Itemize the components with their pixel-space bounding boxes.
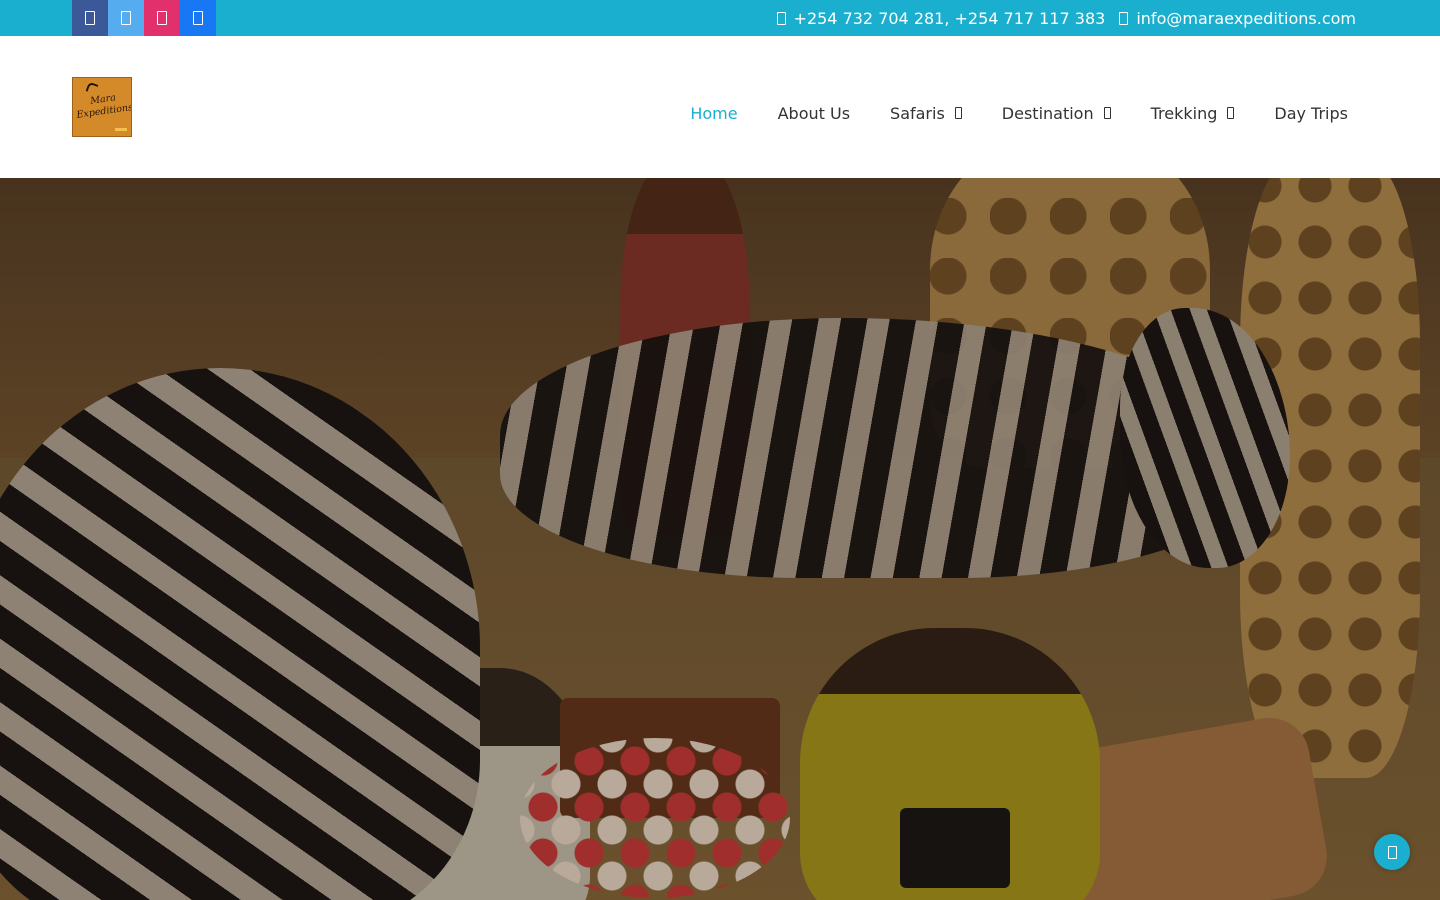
instagram-icon — [157, 11, 167, 25]
main-nav: Home About Us Safaris Destination Trekki… — [690, 36, 1348, 190]
nav-about-us-label: About Us — [777, 103, 851, 123]
contact-info: +254 732 704 281, +254 717 117 383 info@… — [776, 0, 1356, 36]
envelope-icon — [1119, 11, 1129, 25]
nav-safaris-label: Safaris — [890, 103, 945, 123]
facebook-icon — [85, 11, 95, 25]
phone-text: +254 732 704 281, +254 717 117 383 — [793, 8, 1106, 28]
chevron-down-icon — [954, 107, 962, 119]
linkedin-link[interactable] — [180, 0, 216, 36]
nav-home-label: Home — [690, 103, 738, 123]
logo-text: Mara Expeditions — [75, 92, 132, 121]
nav-trekking[interactable]: Trekking — [1151, 104, 1235, 123]
email-contact[interactable]: info@maraexpeditions.com — [1119, 9, 1356, 28]
arrow-up-icon — [1387, 845, 1397, 859]
nav-trekking-label: Trekking — [1150, 103, 1218, 123]
logo-stripe — [115, 128, 127, 131]
site-header: Mara Expeditions Home About Us Safaris D… — [0, 36, 1440, 178]
phone-contact[interactable]: +254 732 704 281, +254 717 117 383 — [776, 8, 1106, 28]
scroll-to-top-button[interactable] — [1374, 834, 1410, 870]
logo-bird-mark — [85, 81, 99, 95]
nav-about-us[interactable]: About Us — [778, 104, 850, 123]
chevron-down-icon — [1103, 107, 1111, 119]
nav-home[interactable]: Home — [690, 104, 737, 123]
email-text: info@maraexpeditions.com — [1136, 8, 1356, 28]
linkedin-icon — [193, 11, 203, 25]
nav-destination-label: Destination — [1001, 103, 1094, 123]
hero-banner — [0, 178, 1440, 900]
instagram-link[interactable] — [144, 0, 180, 36]
site-logo[interactable]: Mara Expeditions — [72, 77, 132, 137]
twitter-link[interactable] — [108, 0, 144, 36]
social-links — [72, 0, 216, 36]
facebook-link[interactable] — [72, 0, 108, 36]
phone-icon — [776, 11, 786, 25]
twitter-icon — [121, 11, 131, 25]
top-bar: +254 732 704 281, +254 717 117 383 info@… — [0, 0, 1440, 36]
chevron-down-icon — [1227, 107, 1235, 119]
nav-safaris[interactable]: Safaris — [890, 104, 962, 123]
nav-destination[interactable]: Destination — [1002, 104, 1111, 123]
nav-day-trips-label: Day Trips — [1274, 103, 1348, 123]
nav-day-trips[interactable]: Day Trips — [1274, 104, 1348, 123]
hero-overlay — [0, 178, 1440, 900]
